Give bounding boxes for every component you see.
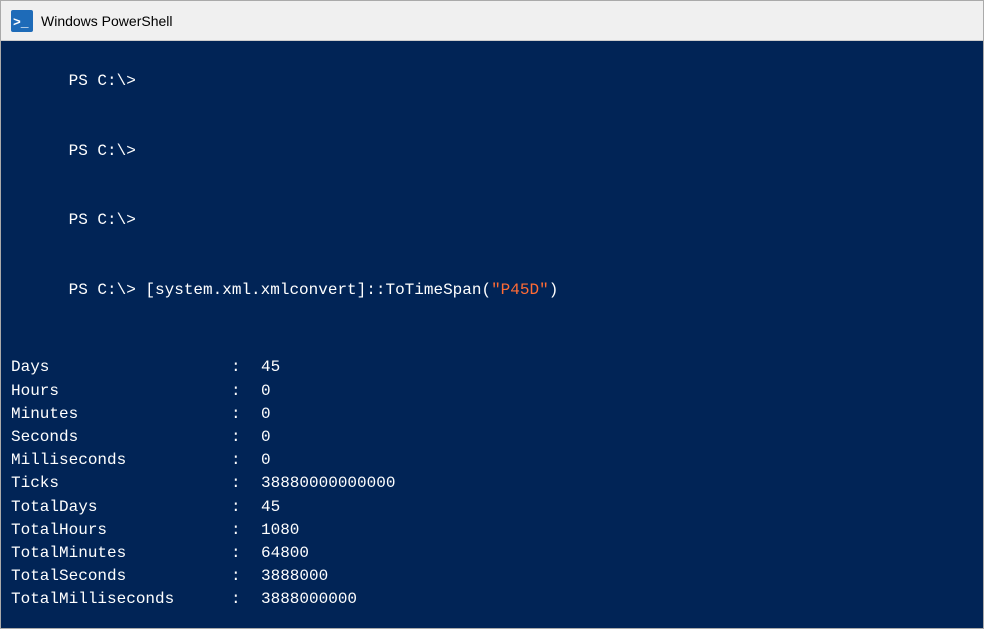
output-row: Milliseconds: 0 <box>11 449 973 472</box>
output-key: TotalMilliseconds <box>11 588 231 611</box>
ps-prompt-line-2: PS C:\> <box>11 117 973 187</box>
output-key: Milliseconds <box>11 449 231 472</box>
output-colon: : <box>231 449 261 472</box>
title-bar: >_ Windows PowerShell <box>1 1 983 41</box>
svg-text:>_: >_ <box>13 15 29 30</box>
output-row: TotalMinutes: 64800 <box>11 542 973 565</box>
output-value: 64800 <box>261 542 309 565</box>
output-colon: : <box>231 519 261 542</box>
output-value: 0 <box>261 403 271 426</box>
output-row: Ticks: 38880000000000 <box>11 472 973 495</box>
output-row: TotalMilliseconds: 3888000000 <box>11 588 973 611</box>
output-value: 38880000000000 <box>261 472 395 495</box>
output-row: TotalHours: 1080 <box>11 519 973 542</box>
output-value: 0 <box>261 449 271 472</box>
command-line: PS C:\> [system.xml.xmlconvert]::ToTimeS… <box>11 256 973 326</box>
output-value: 3888000000 <box>261 588 357 611</box>
output-key: Seconds <box>11 426 231 449</box>
output-key: Ticks <box>11 472 231 495</box>
output-colon: : <box>231 380 261 403</box>
console-area[interactable]: PS C:\> PS C:\> PS C:\> PS C:\> [system.… <box>1 41 983 628</box>
output-row: Seconds: 0 <box>11 426 973 449</box>
command-prompt: PS C:\> <box>69 281 146 299</box>
output-value: 45 <box>261 496 280 519</box>
powershell-window: >_ Windows PowerShell PS C:\> PS C:\> PS… <box>0 0 984 629</box>
output-colon: : <box>231 588 261 611</box>
output-table: Days: 45Hours: 0Minutes: 0Seconds: 0Mill… <box>11 356 973 611</box>
powershell-icon: >_ <box>11 10 33 32</box>
output-row: Minutes: 0 <box>11 403 973 426</box>
output-row: TotalSeconds: 3888000 <box>11 565 973 588</box>
output-key: TotalDays <box>11 496 231 519</box>
output-key: TotalHours <box>11 519 231 542</box>
output-colon: : <box>231 403 261 426</box>
window-title: Windows PowerShell <box>41 13 173 29</box>
output-key: TotalSeconds <box>11 565 231 588</box>
output-row: Days: 45 <box>11 356 973 379</box>
output-row: Hours: 0 <box>11 380 973 403</box>
ps-prompt-line-1: PS C:\> <box>11 47 973 117</box>
output-value: 0 <box>261 380 271 403</box>
command-code: [system.xml.xmlconvert]::ToTimeSpan( <box>145 281 491 299</box>
output-colon: : <box>231 542 261 565</box>
output-key: Days <box>11 356 231 379</box>
blank-line <box>11 325 973 348</box>
output-row: TotalDays: 45 <box>11 496 973 519</box>
output-value: 0 <box>261 426 271 449</box>
output-colon: : <box>231 472 261 495</box>
output-colon: : <box>231 496 261 519</box>
output-colon: : <box>231 356 261 379</box>
command-string: "P45D" <box>491 281 549 299</box>
output-value: 3888000 <box>261 565 328 588</box>
output-value: 1080 <box>261 519 299 542</box>
ps-prompt-line-3: PS C:\> <box>11 186 973 256</box>
command-close: ) <box>549 281 559 299</box>
output-key: Hours <box>11 380 231 403</box>
output-key: Minutes <box>11 403 231 426</box>
output-value: 45 <box>261 356 280 379</box>
output-colon: : <box>231 426 261 449</box>
output-key: TotalMinutes <box>11 542 231 565</box>
output-colon: : <box>231 565 261 588</box>
